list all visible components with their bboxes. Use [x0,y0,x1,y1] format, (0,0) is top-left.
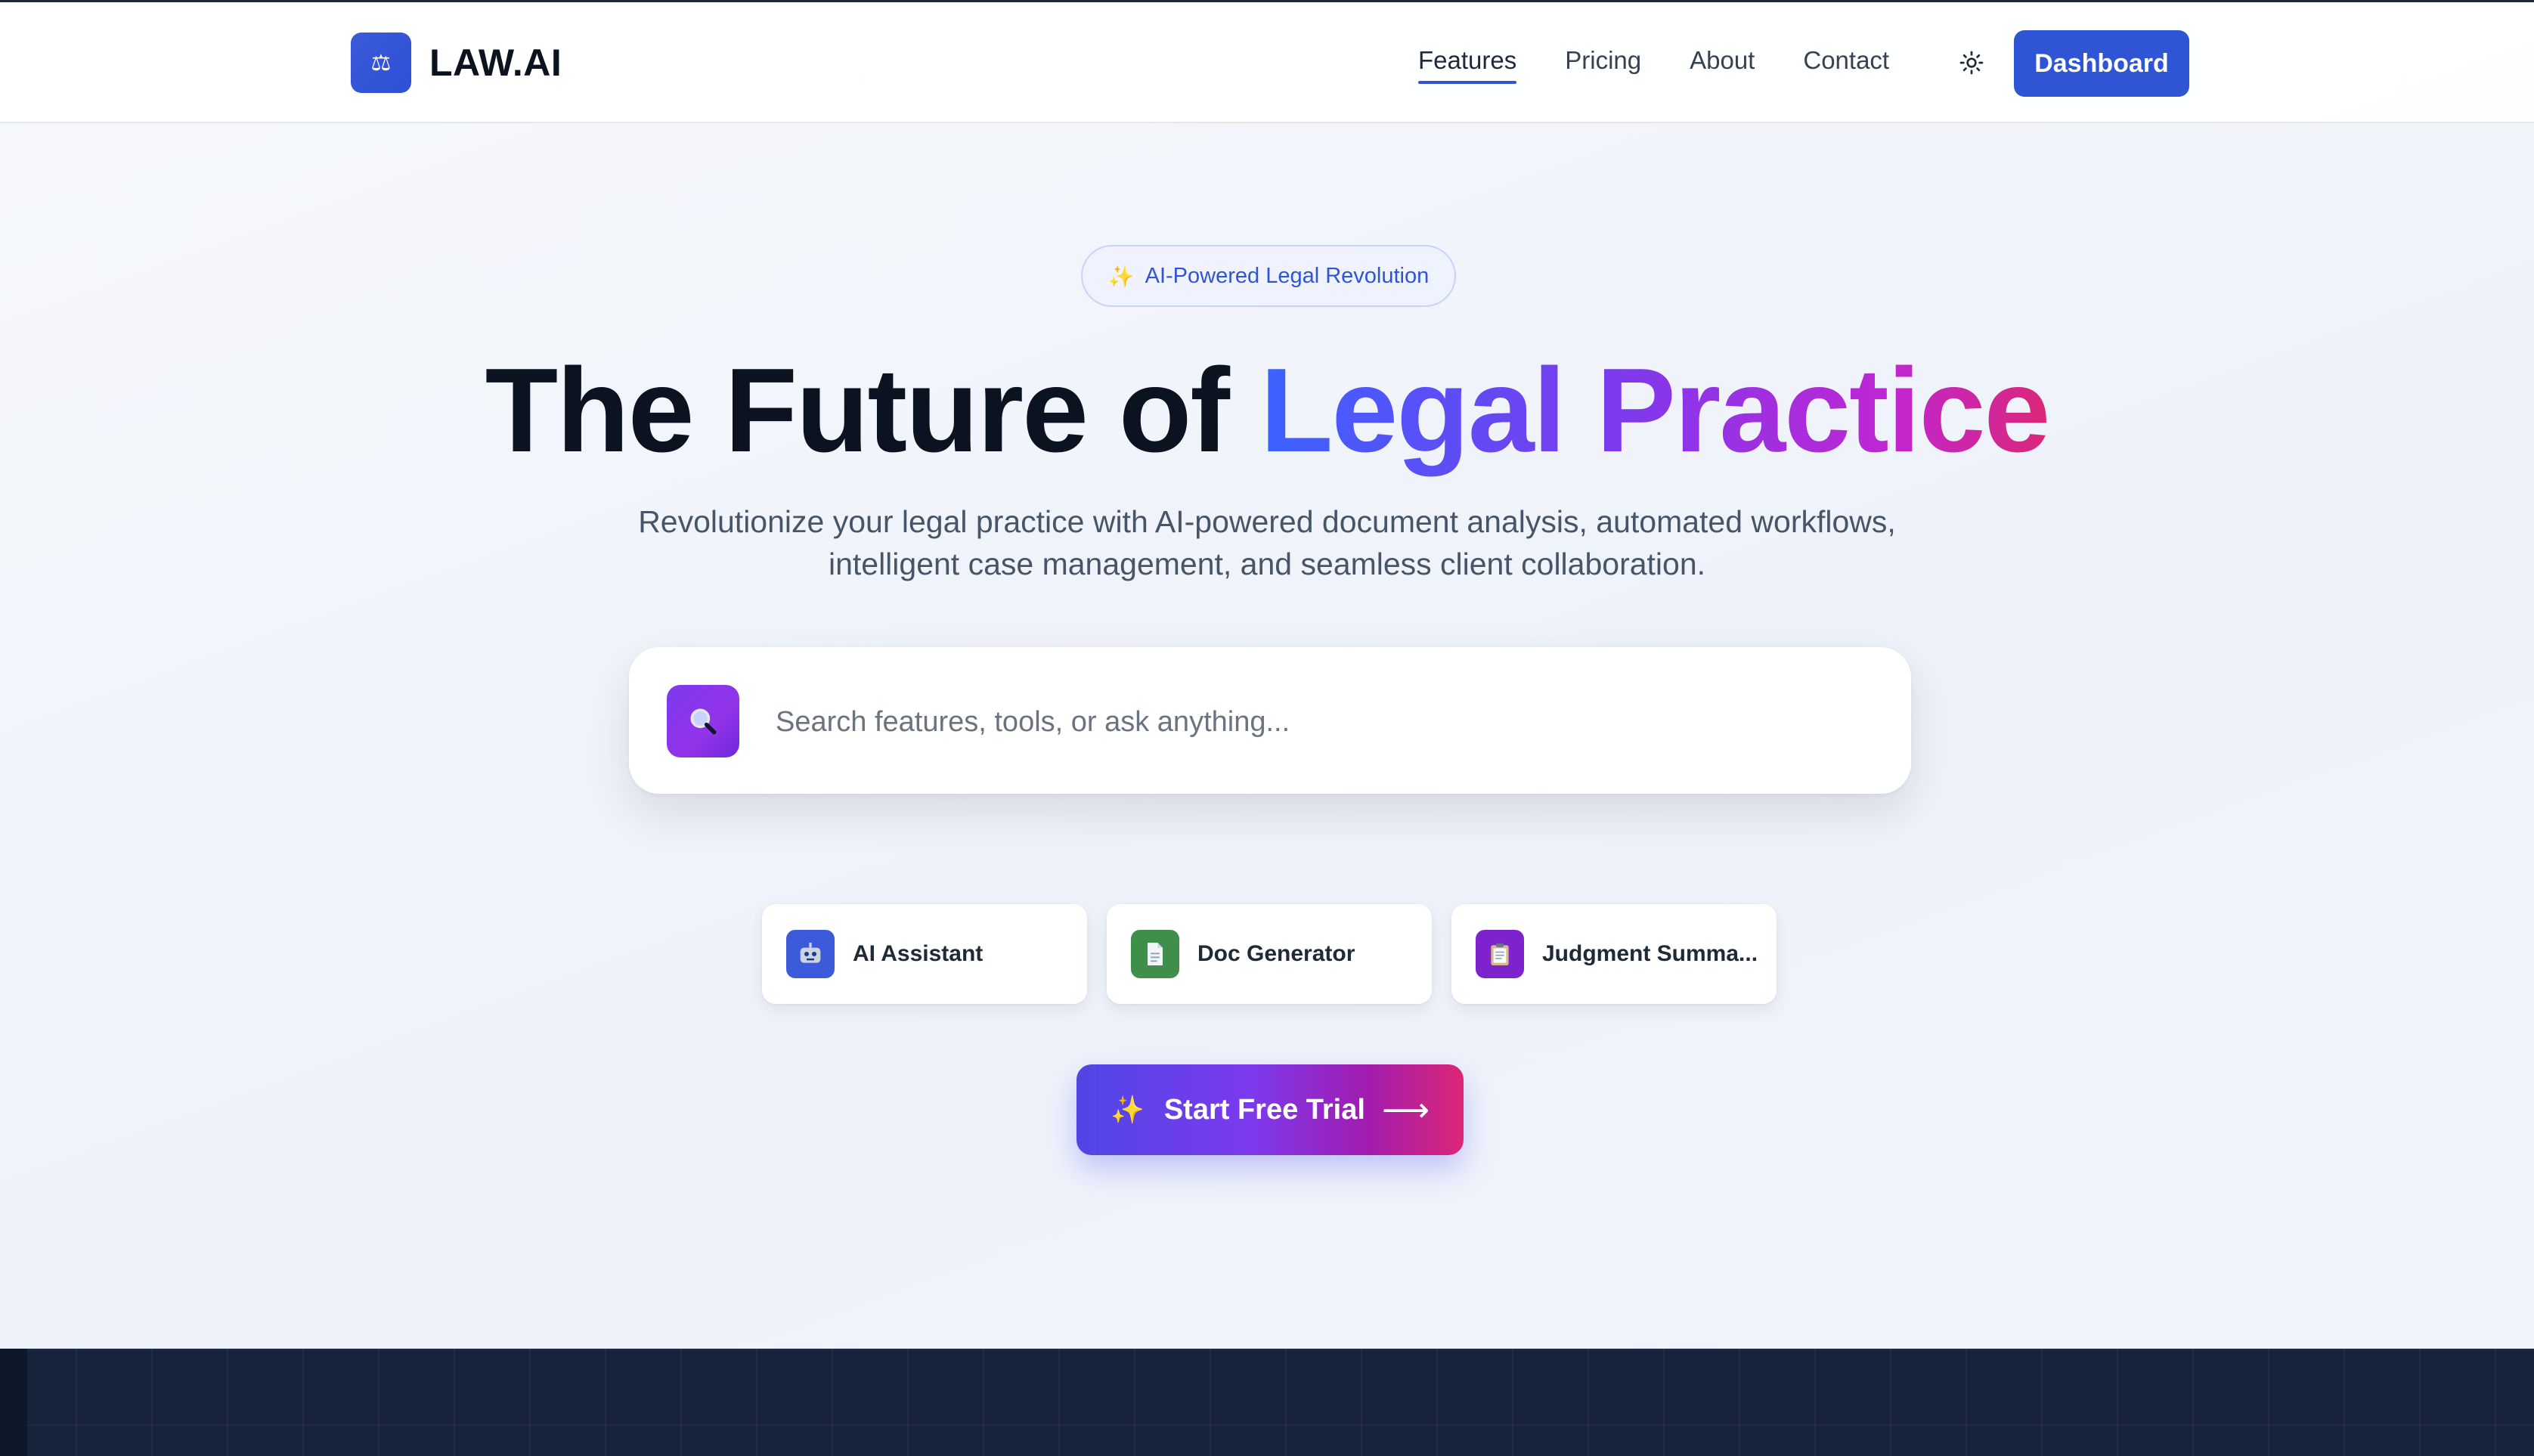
clipboard-icon [1476,930,1524,978]
headline-plain: The Future of [485,344,1260,477]
sun-icon[interactable] [1955,46,1988,79]
robot-icon [786,930,835,978]
scales-icon: ⚖ [351,33,411,93]
dark-section-band [0,1349,2534,1456]
nav-link-contact[interactable]: Contact [1803,46,1889,79]
hero-headline: The Future of Legal Practice [0,339,2534,482]
dark-section-edge [0,1349,27,1456]
hero-badge-label: AI-Powered Legal Revolution [1145,263,1430,288]
magnifier-icon[interactable] [667,685,739,757]
start-free-trial-button[interactable]: ✨ Start Free Trial ⟶ [1076,1064,1464,1155]
nav-link-features[interactable]: Features [1418,46,1517,84]
subtitle-line-2: intelligent case management, and seamles… [828,547,1706,581]
dashboard-button[interactable]: Dashboard [2014,30,2189,97]
cta-label: Start Free Trial [1163,1093,1365,1126]
tool-label: AI Assistant [853,941,984,966]
tool-label: Judgment Summa... [1542,941,1758,966]
arrow-right-icon: ⟶ [1381,1091,1430,1129]
tool-card-ai-assistant[interactable]: AI Assistant [762,904,1087,1004]
document-icon [1131,930,1179,978]
hero-badge: ✨ AI-Powered Legal Revolution [1081,245,1456,307]
sparkles-icon: ✨ [1107,264,1135,288]
brand[interactable]: ⚖ LAW.AI [351,33,562,93]
subtitle-line-1: Revolutionize your legal practice with A… [638,504,1896,539]
nav-links: Features Pricing About Contact [1418,40,1938,85]
nav-link-about[interactable]: About [1690,46,1755,79]
hero-subtitle: Revolutionize your legal practice with A… [511,500,2023,585]
sparkles-icon: ✨ [1110,1094,1145,1125]
search-input[interactable] [774,692,1881,751]
search-box [629,647,1911,794]
headline-gradient: Legal Practice [1259,344,2050,477]
tool-card-doc-generator[interactable]: Doc Generator [1107,904,1432,1004]
brand-name: LAW.AI [429,42,562,84]
tool-label: Doc Generator [1197,941,1355,966]
tool-card-judgment-summary[interactable]: Judgment Summa... [1451,904,1777,1004]
top-navbar: ⚖ LAW.AI Features Pricing About Contact … [0,2,2534,123]
nav-link-pricing[interactable]: Pricing [1565,46,1641,79]
